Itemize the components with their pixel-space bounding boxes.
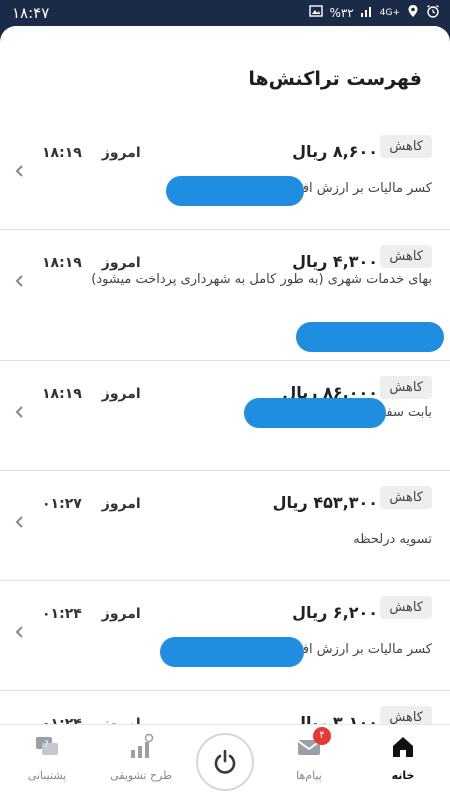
- redacted-blob: [296, 322, 444, 352]
- nav-support-label: پشتیبانی: [27, 769, 67, 782]
- nav-messages[interactable]: ۴ پیام‌ها: [264, 727, 354, 782]
- status-icons: %۳۲ 4G+: [309, 4, 440, 21]
- transaction-day: امروز: [101, 716, 141, 724]
- transaction-row[interactable]: امروز ۱۸:۱۹ کاهش ۸۶,۰۰۰ ریال بابت سفر: [0, 361, 450, 471]
- transaction-datetime: امروز ۰۱:۲۴: [42, 606, 141, 622]
- chevron-left-icon: [15, 275, 23, 287]
- chevron-left-icon: [15, 516, 23, 528]
- transaction-datetime: امروز ۱۸:۱۹: [42, 386, 141, 402]
- transaction-datetime: امروز ۱۸:۱۹: [42, 255, 141, 271]
- page-title: فهرست تراکنش‌ها: [248, 68, 422, 90]
- transaction-amount: ۴,۳۰۰ ریال: [292, 252, 378, 271]
- transaction-day: امروز: [101, 386, 141, 402]
- transaction-amount: ۴۵۳,۳۰۰ ریال: [272, 493, 378, 512]
- transaction-row[interactable]: امروز ۰۱:۲۴ کاهش ۶,۲۰۰ ریال کسر مالیات ب…: [0, 581, 450, 691]
- transaction-day: امروز: [101, 255, 141, 271]
- transaction-time: ۰۱:۲۴: [42, 716, 82, 724]
- transaction-amount: ۸,۶۰۰ ریال: [292, 142, 378, 161]
- chart-star-icon: [127, 733, 155, 761]
- mail-icon: ۴: [295, 727, 331, 761]
- online-toggle-button[interactable]: [196, 733, 254, 791]
- transaction-description: بابت سفر: [379, 405, 432, 420]
- svg-text:?: ?: [44, 740, 49, 750]
- alarm-icon: [426, 4, 440, 21]
- transaction-type-badge: کاهش: [380, 486, 432, 509]
- transaction-time: ۱۸:۱۹: [42, 255, 82, 271]
- redacted-blob: [160, 637, 304, 667]
- transaction-datetime: امروز ۰۱:۲۷: [42, 496, 141, 512]
- transaction-type-badge: کاهش: [380, 596, 432, 619]
- transaction-type-badge: کاهش: [380, 245, 432, 268]
- nav-home[interactable]: خانه: [358, 733, 448, 782]
- nav-messages-label: پیام‌ها: [296, 769, 322, 782]
- transaction-time: ۰۱:۲۴: [42, 606, 82, 622]
- transaction-time: ۰۱:۲۷: [42, 496, 82, 512]
- status-bar: ۱۸:۴۷ %۳۲ 4G+: [0, 0, 450, 26]
- transaction-type-badge: کاهش: [380, 706, 432, 724]
- image-icon: [309, 4, 324, 21]
- transaction-datetime: امروز ۰۱:۲۴: [42, 716, 141, 724]
- transaction-time: ۱۸:۱۹: [42, 145, 82, 161]
- transaction-amount: ۶,۲۰۰ ریال: [292, 603, 378, 622]
- transaction-type-badge: کاهش: [380, 376, 432, 399]
- transaction-time: ۱۸:۱۹: [42, 386, 82, 402]
- power-icon: [214, 749, 236, 774]
- status-time: ۱۸:۴۷: [12, 4, 50, 22]
- transaction-row[interactable]: امروز ۰۱:۲۷ کاهش ۴۵۳,۳۰۰ ریال تسویه درلح…: [0, 471, 450, 581]
- network-text: 4G+: [379, 7, 400, 18]
- transaction-description: تسویه درلحظه: [353, 532, 432, 547]
- bottom-nav: خانه ۴ پیام‌ها طرح تشویقی ? پشتیبانی: [0, 724, 450, 800]
- battery-text: %۳۲: [329, 5, 354, 20]
- chevron-left-icon: [15, 626, 23, 638]
- signal-icon: [360, 4, 374, 21]
- nav-incentive-label: طرح تشویقی: [110, 769, 172, 782]
- transactions-sheet: فهرست تراکنش‌ها امروز ۱۸:۱۹ کاهش ۸,۶۰۰ ر…: [0, 26, 450, 724]
- transaction-description: بهای خدمات شهری (به طور کامل به شهرداری …: [91, 272, 432, 287]
- transaction-day: امروز: [101, 496, 141, 512]
- chevron-left-icon: [15, 406, 23, 418]
- transaction-day: امروز: [101, 606, 141, 622]
- messages-count-badge: ۴: [313, 727, 331, 745]
- nav-home-label: خانه: [391, 769, 415, 782]
- transaction-row[interactable]: امروز ۰۱:۲۴ کاهش ۳,۱۰۰ ریال: [0, 691, 450, 724]
- location-icon: [406, 4, 420, 21]
- transaction-row[interactable]: امروز ۱۸:۱۹ کاهش ۴,۳۰۰ ریال بهای خدمات ش…: [0, 230, 450, 361]
- transaction-amount: ۳,۱۰۰ ریال: [292, 713, 378, 724]
- support-chat-icon: ?: [33, 733, 61, 761]
- transaction-datetime: امروز ۱۸:۱۹: [42, 145, 141, 161]
- transaction-row[interactable]: امروز ۱۸:۱۹ کاهش ۸,۶۰۰ ریال کسر مالیات ب…: [0, 120, 450, 230]
- nav-incentive[interactable]: طرح تشویقی: [96, 733, 186, 782]
- chevron-left-icon: [15, 165, 23, 177]
- nav-support[interactable]: ? پشتیبانی: [2, 733, 92, 782]
- home-icon: [389, 733, 417, 761]
- transaction-list: امروز ۱۸:۱۹ کاهش ۸,۶۰۰ ریال کسر مالیات ب…: [0, 120, 450, 724]
- transaction-day: امروز: [101, 145, 141, 161]
- transaction-type-badge: کاهش: [380, 135, 432, 158]
- redacted-blob: [166, 176, 304, 206]
- redacted-blob: [244, 398, 386, 428]
